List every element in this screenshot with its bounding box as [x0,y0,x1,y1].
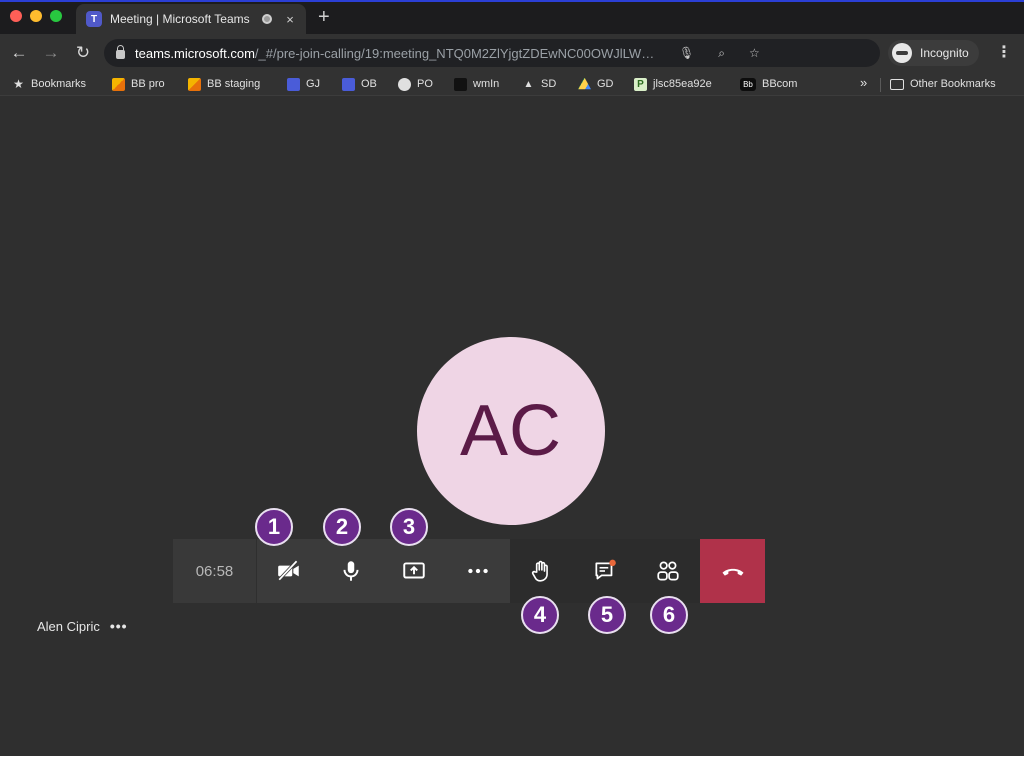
reload-button[interactable]: ↻ [72,42,94,64]
participants-button[interactable] [637,539,699,603]
back-button[interactable]: ← [8,42,30,64]
participant-name: Alen Cipric [37,618,100,634]
bookmark-item[interactable]: OB [342,76,377,92]
share-screen-icon [403,562,425,579]
more-options-icon [468,568,488,574]
share-screen-button[interactable] [383,539,445,603]
grid-black-icon [454,77,467,91]
more-options-button[interactable] [447,539,509,603]
bookmarks-divider [880,78,881,92]
incognito-icon [892,43,912,63]
maximize-window-button[interactable] [50,10,62,22]
browser-window: T Meeting | Microsoft Teams × + ← → ↻ te… [0,0,1024,756]
participant-label: Alen Cipric ••• [37,618,128,634]
microphone-toggle-button[interactable] [320,539,382,603]
bb-icon [112,77,125,91]
bookmark-item[interactable]: BB staging [188,76,260,92]
hang-up-icon [722,568,743,576]
tab-title: Meeting | Microsoft Teams [110,12,250,26]
drive-icon [578,77,591,90]
bookmarks-bar: ★ Bookmarks BB pro BB staging GJ OB PO wm… [0,72,1024,96]
close-tab-button[interactable]: × [282,12,298,27]
grid-icon [342,77,355,91]
folder-icon [890,78,904,90]
bookmark-item[interactable]: GD [578,76,614,92]
forward-button[interactable]: → [40,42,62,64]
chat-icon [595,559,616,580]
callout-badge: 5 [588,596,626,634]
tab-strip: T Meeting | Microsoft Teams × + [0,2,1024,34]
bookmark-item[interactable]: ★ Bookmarks [12,76,86,92]
bbcom-icon: Bb [740,77,756,91]
participants-icon [657,561,679,581]
address-bar[interactable]: teams.microsoft.com/_#/pre-join-calling/… [104,39,880,67]
call-timer: 06:58 [173,539,257,603]
callout-badge: 1 [255,508,293,546]
callout-badge: 2 [323,508,361,546]
microphone-icon[interactable]: 🎙 [679,46,694,60]
close-window-button[interactable] [10,10,22,22]
meeting-stage: AC 06:58 1 2 3 4 5 6 Alen Cipric ••• [0,97,1024,756]
bb-icon [188,77,201,91]
chat-button[interactable] [574,539,636,603]
star-icon: ★ [13,76,24,91]
browser-toolbar: ← → ↻ teams.microsoft.com/_#/pre-join-ca… [0,34,1024,72]
bookmark-item[interactable]: PO [398,76,433,92]
raise-hand-button[interactable] [510,539,572,603]
call-control-bar: 06:58 [173,539,765,603]
bookmark-item[interactable]: wmIn [454,76,499,92]
participant-more-button[interactable]: ••• [110,618,128,634]
lock-icon[interactable] [116,44,125,59]
new-tab-button[interactable]: + [318,6,330,28]
callout-badge: 4 [521,596,559,634]
teams-icon: T [86,11,102,27]
recording-indicator-icon [262,14,272,24]
other-bookmarks[interactable]: Other Bookmarks [890,76,996,92]
tab-teams-meeting[interactable]: T Meeting | Microsoft Teams × [76,4,306,34]
profile-label: Incognito [920,46,969,60]
participant-avatar: AC [417,337,605,525]
bookmark-item[interactable]: GJ [287,76,320,92]
callout-badge: 3 [390,508,428,546]
browser-menu-button[interactable]: ⋮ [996,43,1012,63]
address-host: teams.microsoft.com [135,45,255,61]
doc-icon: P [634,77,647,91]
bookmark-item[interactable]: Pjlsc85ea92e [634,76,712,92]
grid-icon [287,77,300,91]
zoom-icon[interactable]: ⌕ [718,46,725,61]
address-path: /_#/pre-join-calling/19:meeting_NTQ0M2Zl… [254,45,655,61]
camera-toggle-button[interactable] [258,539,320,603]
callout-badge: 6 [650,596,688,634]
bookmark-star-icon[interactable]: ☆ [749,46,760,60]
address-url: teams.microsoft.com/_#/pre-join-calling/… [135,46,655,61]
arrow-icon: ▲ [523,78,534,90]
bookmarks-overflow-button[interactable]: » [860,75,867,90]
minimize-window-button[interactable] [30,10,42,22]
profile-button[interactable]: Incognito [888,40,979,66]
camera-off-icon [278,560,299,581]
bookmark-item[interactable]: Bb BBcom [740,76,797,92]
hang-up-button[interactable] [700,539,765,603]
globe-icon [398,77,411,91]
raise-hand-icon [531,560,548,582]
microphone-icon [343,561,359,581]
bookmark-item[interactable]: BB pro [112,76,165,92]
bookmark-item[interactable]: ▲ SD [522,76,557,92]
